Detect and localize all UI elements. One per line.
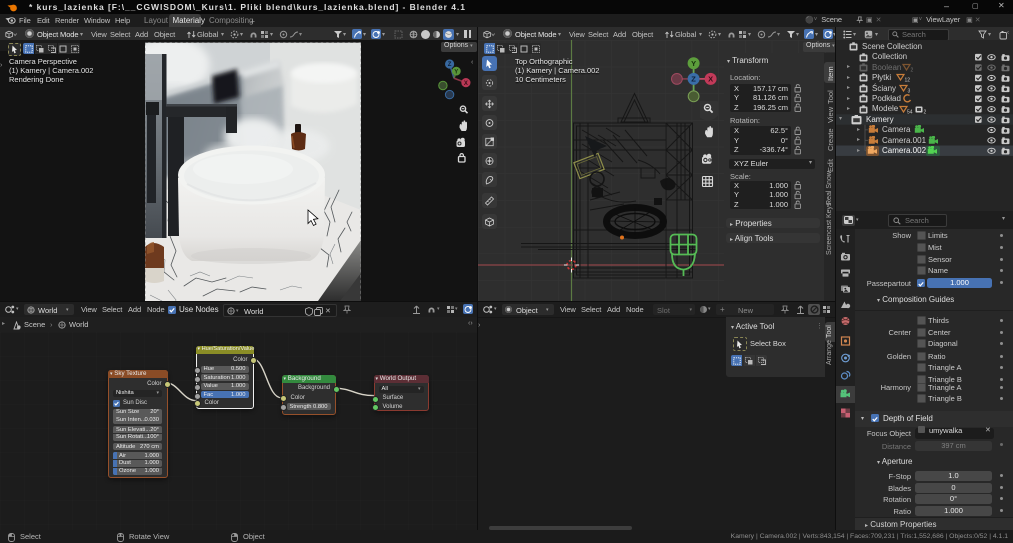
svg-text:3: 3 [908,88,911,93]
svg-text:o: o [1007,30,1009,35]
svg-text:2: 2 [924,109,927,114]
svg-text:X: X [708,75,713,84]
svg-text:Z: Z [448,62,452,68]
svg-text:Y: Y [691,59,696,68]
svg-text:Y: Y [454,69,458,75]
svg-text:12: 12 [905,78,911,83]
svg-text:54: 54 [907,109,913,114]
svg-text:Z: Z [691,75,696,84]
svg-text:2: 2 [911,67,914,72]
svg-text:X: X [464,81,468,87]
